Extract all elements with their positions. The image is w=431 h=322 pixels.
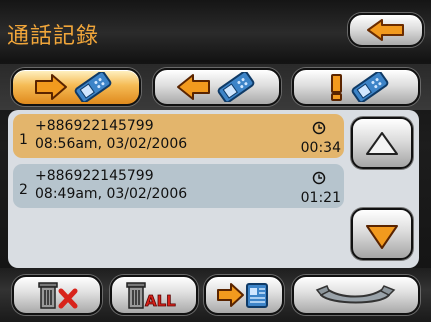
missed-call-icon (331, 72, 389, 102)
call-button[interactable] (292, 275, 420, 315)
delete-one-icon (38, 282, 78, 309)
tab-received-calls[interactable] (153, 68, 281, 106)
tab-missed-calls[interactable] (292, 68, 420, 106)
tab-dialed-calls[interactable] (11, 68, 141, 106)
save-to-contacts-button[interactable] (204, 275, 284, 315)
call-log-screen: 通話記錄 1 +886922145799 08:56am, 03/02/2006… (0, 0, 431, 322)
call-number: +886922145799 (35, 118, 154, 134)
arrow-up-icon (366, 132, 398, 155)
page-title: 通話記錄 (7, 24, 100, 49)
call-duration: 01:21 (300, 190, 341, 206)
title-bar: 通話記錄 (0, 0, 431, 60)
scroll-down-button[interactable] (351, 208, 413, 260)
back-button[interactable] (348, 13, 424, 47)
call-row[interactable]: 1 +886922145799 08:56am, 03/02/2006 00:3… (13, 114, 344, 158)
save-to-contacts-icon (217, 283, 268, 308)
bottom-toolbar: ALL (0, 268, 431, 322)
call-number: +886922145799 (35, 168, 154, 184)
arrow-down-icon (366, 225, 398, 249)
call-datetime: 08:56am, 03/02/2006 (35, 136, 188, 152)
call-handset-icon (315, 285, 396, 304)
incoming-call-icon (177, 72, 255, 102)
call-index: 2 (19, 182, 28, 198)
scroll-up-button[interactable] (351, 117, 413, 169)
delete-all-button[interactable]: ALL (110, 275, 198, 315)
clock-icon (312, 171, 326, 185)
call-index: 1 (19, 132, 28, 148)
outgoing-call-icon (35, 72, 112, 102)
call-row[interactable]: 2 +886922145799 08:49am, 03/02/2006 01:2… (13, 164, 344, 208)
delete-button[interactable] (12, 275, 102, 315)
call-type-tabs (0, 64, 431, 110)
delete-all-icon: ALL (126, 282, 177, 310)
delete-all-label: ALL (145, 292, 176, 310)
call-datetime: 08:49am, 03/02/2006 (35, 186, 188, 202)
back-arrow-icon (367, 19, 404, 41)
clock-icon (312, 121, 326, 135)
call-list: 1 +886922145799 08:56am, 03/02/2006 00:3… (13, 114, 344, 264)
call-duration: 00:34 (300, 140, 341, 156)
